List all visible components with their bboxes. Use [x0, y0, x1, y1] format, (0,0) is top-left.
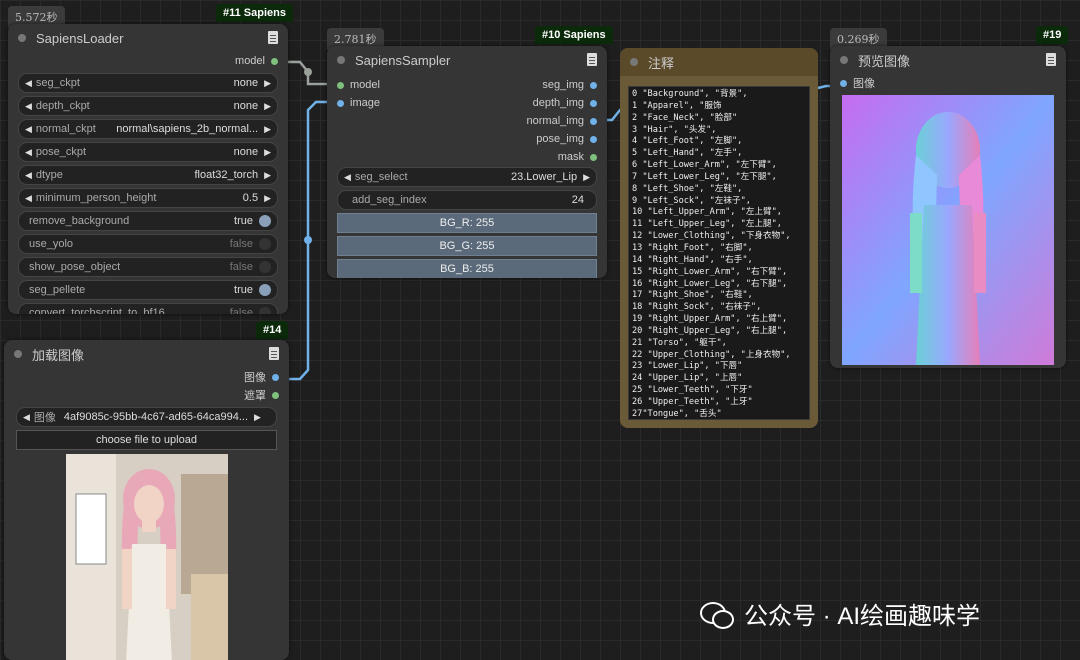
normal-map-preview [842, 95, 1054, 365]
toggle-convert-torchscript[interactable]: convert_torchscript_to_bf16 false [18, 303, 278, 314]
arrow-right-icon[interactable]: ▶ [264, 78, 271, 89]
arrow-left-icon[interactable]: ◀ [25, 78, 32, 89]
toggle-use-yolo[interactable]: use_yolo false [18, 234, 278, 254]
collapse-dot-icon[interactable] [18, 34, 26, 42]
loader-header[interactable]: SapiensLoader [8, 24, 288, 52]
output-seg-img[interactable]: seg_img [527, 76, 607, 94]
toggle-knob-icon[interactable] [259, 307, 271, 314]
toggle-knob-icon[interactable] [259, 238, 271, 250]
combo-depth-ckpt[interactable]: ◀ depth_ckpt none ▶ [18, 96, 278, 116]
preview-header[interactable]: 预览图像 [830, 46, 1066, 74]
load-image-id-badge: #14 [256, 321, 289, 339]
output-port-icon[interactable] [590, 135, 597, 143]
arrow-left-icon[interactable]: ◀ [25, 147, 32, 158]
arrow-left-icon[interactable]: ◀ [25, 124, 32, 135]
arrow-left-icon[interactable]: ◀ [344, 172, 351, 183]
output-depth-img[interactable]: depth_img [527, 94, 607, 112]
collapse-dot-icon[interactable] [337, 56, 345, 64]
input-port-icon[interactable] [337, 81, 344, 89]
watermark: 公众号 · AI绘画趣味学 [700, 596, 980, 631]
output-pose-img[interactable]: pose_img [527, 130, 607, 148]
input-port-icon[interactable] [337, 99, 344, 107]
output-port-icon[interactable] [590, 99, 597, 107]
bg-r-button[interactable]: BG_R: 255 [337, 213, 597, 233]
wechat-icon [700, 600, 734, 629]
toggle-seg-pellete[interactable]: seg_pellete true [18, 280, 278, 300]
input-model[interactable]: model [327, 76, 380, 94]
preview-title: 预览图像 [858, 53, 911, 69]
loader-title: SapiensLoader [36, 30, 124, 46]
note-header[interactable]: 注释 [620, 48, 818, 76]
toggle-remove-background[interactable]: remove_background true [18, 211, 278, 231]
combo-dtype[interactable]: ◀ dtype float32_torch ▶ [18, 165, 278, 185]
sampler-id-badge: #10 Sapiens [535, 26, 613, 44]
bg-b-button[interactable]: BG_B: 255 [337, 259, 597, 278]
load-image-node[interactable]: 加载图像 图像 遮罩 ◀ 图像 4af9085c-95bb-4c67-ad65-64… [4, 340, 289, 660]
document-icon[interactable] [269, 347, 279, 360]
collapse-dot-icon[interactable] [630, 58, 638, 66]
note-text[interactable]: 0 "Background", "背景", 1 "Apparel", "服饰 2… [628, 86, 810, 420]
combo-normal-ckpt[interactable]: ◀ normal_ckpt normal\sapiens_2b_normal... ▶ [18, 119, 278, 139]
sapiens-loader-node[interactable]: SapiensLoader model ◀ seg_ckpt none ▶ ◀ dept… [8, 24, 288, 314]
arrow-right-icon[interactable]: ▶ [264, 170, 271, 181]
input-add-seg-index[interactable]: add_seg_index 24 [337, 190, 597, 210]
output-port-icon[interactable] [590, 153, 597, 161]
combo-seg-ckpt[interactable]: ◀ seg_ckpt none ▶ [18, 73, 278, 93]
combo-image-file[interactable]: ◀ 图像 4af9085c-95bb-4c67-ad65-64ca994... ▶ [16, 407, 277, 427]
note-title: 注释 [648, 55, 675, 71]
arrow-right-icon[interactable]: ▶ [583, 172, 590, 183]
arrow-left-icon[interactable]: ◀ [25, 170, 32, 181]
input-port-icon[interactable] [840, 79, 847, 87]
load-image-header[interactable]: 加载图像 [4, 340, 289, 368]
collapse-dot-icon[interactable] [14, 350, 22, 358]
toggle-knob-icon[interactable] [259, 284, 271, 296]
document-icon[interactable] [268, 31, 278, 44]
input-image[interactable]: image [327, 94, 380, 112]
sapiens-sampler-node[interactable]: SapiensSampler model image seg_img depth… [327, 46, 607, 278]
toggle-knob-icon[interactable] [259, 261, 271, 273]
output-port-icon[interactable] [272, 373, 279, 381]
output-port-icon[interactable] [271, 57, 278, 65]
output-image[interactable]: 图像 [4, 368, 289, 386]
arrow-right-icon[interactable]: ▶ [264, 147, 271, 158]
toggle-show-pose-object[interactable]: show_pose_object false [18, 257, 278, 277]
combo-seg-select[interactable]: ◀ seg_select 23.Lower_Lip ▶ [337, 167, 597, 187]
bg-g-button[interactable]: BG_G: 255 [337, 236, 597, 256]
document-icon[interactable] [587, 53, 597, 66]
preview-image-node[interactable]: 预览图像 图像 [830, 46, 1066, 368]
output-mask[interactable]: mask [527, 148, 607, 166]
load-image-title: 加载图像 [32, 347, 85, 363]
document-icon[interactable] [1046, 53, 1056, 66]
output-model[interactable]: model [8, 52, 288, 70]
preview-id-badge: #19 [1036, 26, 1069, 44]
loader-id-badge: #11 Sapiens [216, 4, 293, 22]
arrow-right-icon[interactable]: ▶ [264, 124, 271, 135]
sampler-header[interactable]: SapiensSampler [327, 46, 607, 74]
combo-pose-ckpt[interactable]: ◀ pose_ckpt none ▶ [18, 142, 278, 162]
output-port-icon[interactable] [590, 117, 597, 125]
note-node[interactable]: 注释 0 "Background", "背景", 1 "Apparel", "服… [620, 48, 818, 428]
arrow-left-icon[interactable]: ◀ [23, 412, 30, 423]
output-normal-img[interactable]: normal_img [527, 112, 607, 130]
number-minimum-person-height[interactable]: ◀ minimum_person_height 0.5 ▶ [18, 188, 278, 208]
arrow-right-icon[interactable]: ▶ [264, 193, 271, 204]
toggle-knob-icon[interactable] [259, 215, 271, 227]
arrow-left-icon[interactable]: ◀ [25, 193, 32, 204]
sampler-title: SapiensSampler [355, 52, 451, 68]
arrow-right-icon[interactable]: ▶ [254, 412, 261, 423]
collapse-dot-icon[interactable] [840, 56, 848, 64]
choose-file-button[interactable]: choose file to upload [16, 430, 277, 450]
output-port-icon[interactable] [590, 81, 597, 89]
input-image[interactable]: 图像 [830, 74, 1066, 92]
output-mask[interactable]: 遮罩 [4, 386, 289, 404]
input-image-preview [65, 454, 228, 660]
arrow-left-icon[interactable]: ◀ [25, 101, 32, 112]
arrow-right-icon[interactable]: ▶ [264, 101, 271, 112]
output-port-icon[interactable] [272, 391, 279, 399]
